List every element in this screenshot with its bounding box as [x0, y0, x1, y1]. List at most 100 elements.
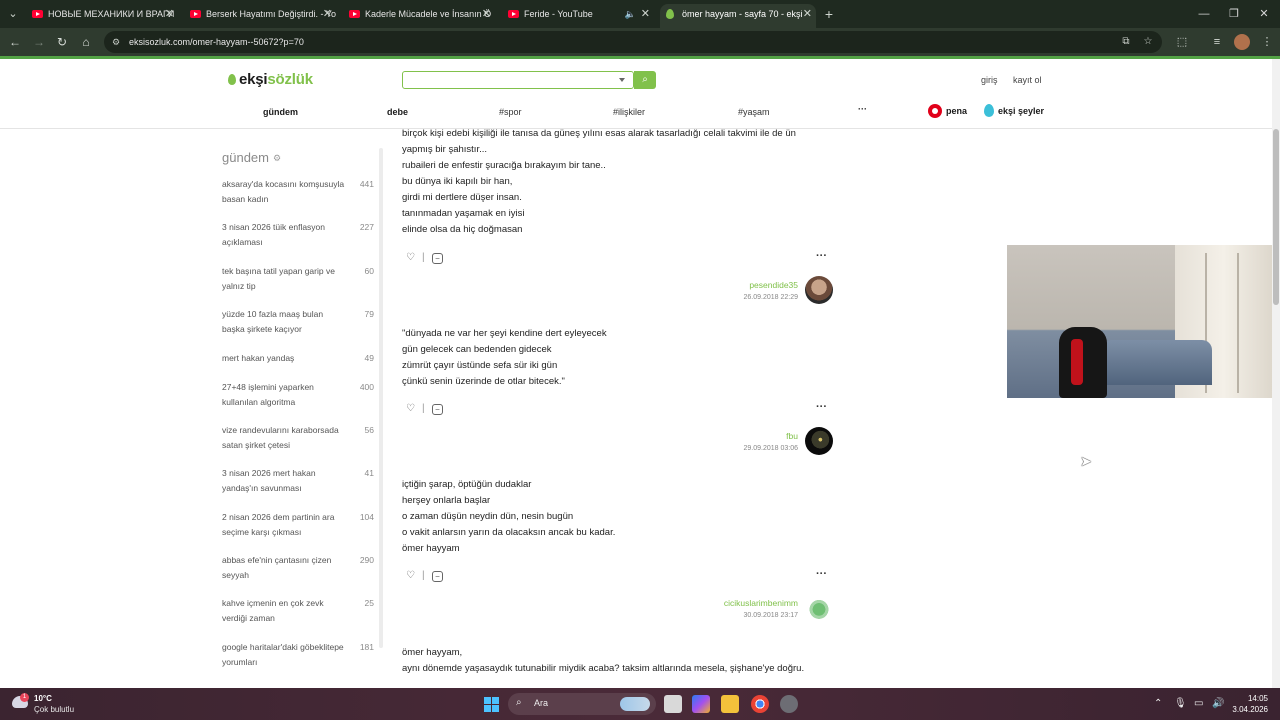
close-window-icon[interactable]: ✕	[1254, 4, 1274, 24]
more-options-icon[interactable]: ···	[816, 568, 827, 580]
browser-tab[interactable]: Berserk Hayatımı Değiştirdi. - Yo ✕	[184, 4, 336, 28]
site-header: ekşisözlük ⌕ giriş kayıt ol gündem debe …	[0, 59, 1272, 129]
close-tab-icon[interactable]: ✕	[165, 4, 174, 24]
chrome-icon[interactable]	[751, 695, 769, 713]
register-link[interactable]: kayıt ol	[1013, 75, 1042, 85]
collapse-minus-icon[interactable]: −	[432, 253, 443, 264]
bookmark-star-icon[interactable]: ☆	[1140, 34, 1156, 50]
collapse-minus-icon[interactable]: −	[432, 404, 443, 415]
back-icon[interactable]: ←	[6, 33, 24, 51]
taskbar-search[interactable]: ⌕ Ara	[508, 693, 656, 715]
favorite-heart-icon[interactable]: ♡	[406, 570, 415, 581]
nav-pena[interactable]: pena	[946, 106, 967, 116]
author-avatar[interactable]	[805, 427, 833, 455]
sidebar-topic[interactable]: 27+48 işlemini yaparken kullanılan algor…	[222, 380, 380, 410]
volume-icon[interactable]: 🔊	[1212, 698, 1224, 709]
sidebar-topic[interactable]: mert hakan yandaş 49	[222, 351, 380, 366]
login-link[interactable]: giriş	[981, 75, 998, 85]
speaker-icon[interactable]: 🔈	[625, 4, 636, 24]
pena-icon	[928, 104, 942, 118]
more-options-icon[interactable]: ···	[816, 401, 827, 413]
windows-start-icon[interactable]	[484, 697, 499, 712]
close-tab-icon[interactable]: ✕	[641, 4, 650, 24]
search-input[interactable]	[402, 71, 634, 89]
entry-author[interactable]: pesendide35	[749, 280, 798, 290]
entry-line: rubaileri de enfestir şuracığa bırakayım…	[402, 160, 606, 171]
system-clock[interactable]: 14:05 3.04.2026	[1232, 693, 1268, 715]
sidebar-topic[interactable]: 3 nisan 2026 tüik enflasyon açıklaması 22…	[222, 220, 380, 250]
minimize-icon[interactable]: —	[1194, 4, 1214, 24]
author-avatar[interactable]	[805, 276, 833, 304]
close-tab-icon[interactable]: ✕	[323, 4, 332, 24]
nav-yasam[interactable]: #yaşam	[738, 107, 770, 117]
sidebar-topic[interactable]: 3 nisan 2026 mert hakan yandaş'ın savunm…	[222, 466, 380, 496]
reload-icon[interactable]: ↻	[53, 33, 71, 51]
nav-more-icon[interactable]: ···	[858, 104, 867, 114]
sidebar-topic[interactable]: google haritalar'daki göbeklitepe yoruml…	[222, 640, 380, 670]
sidebar-topic[interactable]: aksaray'da kocasını komşusuyla basan kad…	[222, 177, 380, 207]
entry-author[interactable]: fbu	[786, 431, 798, 441]
entry-date[interactable]: 30.09.2018 23:17	[744, 612, 799, 619]
maximize-icon[interactable]: ❐	[1224, 4, 1244, 24]
microphone-icon[interactable]: 🎙	[1174, 698, 1187, 709]
new-tab-icon[interactable]: +	[820, 5, 838, 23]
tab-title: Berserk Hayatımı Değiştirdi. - Yo	[206, 9, 336, 19]
file-explorer-icon[interactable]	[721, 695, 739, 713]
nav-iliskiler[interactable]: #ilişkiler	[613, 107, 645, 117]
copilot-icon[interactable]	[692, 695, 710, 713]
search-options-chevron-icon[interactable]	[619, 78, 625, 82]
install-app-icon[interactable]: ⧉	[1118, 34, 1134, 50]
site-info-icon[interactable]: ⚙	[112, 36, 124, 48]
collapse-minus-icon[interactable]: −	[432, 571, 443, 582]
nav-debe[interactable]: debe	[387, 107, 408, 117]
favorite-heart-icon[interactable]: ♡	[406, 403, 415, 414]
entry-content: ömer hayyam, aynı dönemde yaşasaydık tut…	[402, 645, 804, 677]
nav-gundem[interactable]: gündem	[263, 107, 298, 117]
more-options-icon[interactable]: ···	[816, 250, 827, 262]
gear-icon[interactable]: ⚙	[273, 153, 281, 163]
tab-title: Kaderle Mücadele ve İnsanın Ö	[365, 9, 492, 19]
temperature[interactable]: 10°C	[34, 694, 52, 703]
author-avatar[interactable]	[805, 594, 833, 622]
page-scrollbar[interactable]	[1272, 59, 1280, 688]
entry-date[interactable]: 29.09.2018 03:06	[744, 445, 799, 452]
entry-author[interactable]: cicikuslarimbenimm	[724, 598, 798, 608]
favorite-heart-icon[interactable]: ♡	[406, 252, 415, 263]
site-logo[interactable]: ekşisözlük	[228, 71, 313, 88]
tab-search-chevron-icon[interactable]: ⌄	[4, 5, 22, 23]
reading-list-icon[interactable]: ≡	[1208, 33, 1226, 51]
browser-tab-active[interactable]: ömer hayyam - sayfa 70 - ekşi ✕	[660, 4, 816, 28]
close-tab-icon[interactable]: ✕	[482, 4, 491, 24]
steam-icon[interactable]	[780, 695, 798, 713]
scrollbar-thumb[interactable]	[1273, 129, 1279, 305]
sidebar-topic[interactable]: kahve içmenin en çok zevk verdiği zaman 2…	[222, 596, 380, 626]
search-button[interactable]: ⌕	[634, 71, 656, 89]
task-view-icon[interactable]	[664, 695, 682, 713]
nav-eksi-seyler[interactable]: ekşi şeyler	[998, 106, 1044, 116]
forward-icon[interactable]: →	[30, 33, 48, 51]
address-bar[interactable]: ⚙ eksisozluk.com/omer-hayyam--50672?p=70…	[104, 31, 1162, 53]
topic-title: google haritalar'daki göbeklitepe yoruml…	[222, 642, 344, 667]
home-icon[interactable]: ⌂	[77, 33, 95, 51]
divider: |	[422, 252, 425, 263]
browser-tab[interactable]: Kaderle Mücadele ve İnsanın Ö ✕	[343, 4, 495, 28]
browser-tab[interactable]: Feride - YouTube 🔈 ✕	[502, 4, 654, 28]
browser-tab[interactable]: НОВЫЕ МЕХАНИКИ И ВРАГИ ✕	[26, 4, 178, 28]
nav-spor[interactable]: #spor	[499, 107, 522, 117]
tray-chevron-icon[interactable]: ⌃	[1154, 698, 1162, 709]
menu-kebab-icon[interactable]: ⋮	[1258, 33, 1276, 51]
sidebar-topic[interactable]: abbas efe'nin çantasını çizen seyyah 290	[222, 553, 380, 583]
profile-avatar[interactable]	[1234, 34, 1250, 50]
sidebar-topic[interactable]: tek başına tatil yapan garip ve yalnız t…	[222, 264, 380, 294]
sidebar-topic[interactable]: yüzde 10 fazla maaş bulan başka şirkete …	[222, 307, 380, 337]
sidebar-topic[interactable]: 2 nisan 2026 dem partinin ara seçime kar…	[222, 510, 380, 540]
entry-date[interactable]: 26.09.2018 22:29	[744, 294, 799, 301]
display-icon[interactable]: ▭	[1194, 698, 1203, 709]
close-tab-icon[interactable]: ✕	[803, 4, 812, 24]
search-icon: ⌕	[642, 74, 648, 85]
topic-title: 3 nisan 2026 tüik enflasyon açıklaması	[222, 222, 326, 247]
extensions-icon[interactable]: ⬚	[1173, 33, 1191, 51]
youtube-icon	[508, 10, 519, 18]
sidebar-topic[interactable]: vize randevularını karaborsada satan şir…	[222, 423, 380, 453]
weather-description[interactable]: Çok bulutlu	[34, 705, 74, 714]
